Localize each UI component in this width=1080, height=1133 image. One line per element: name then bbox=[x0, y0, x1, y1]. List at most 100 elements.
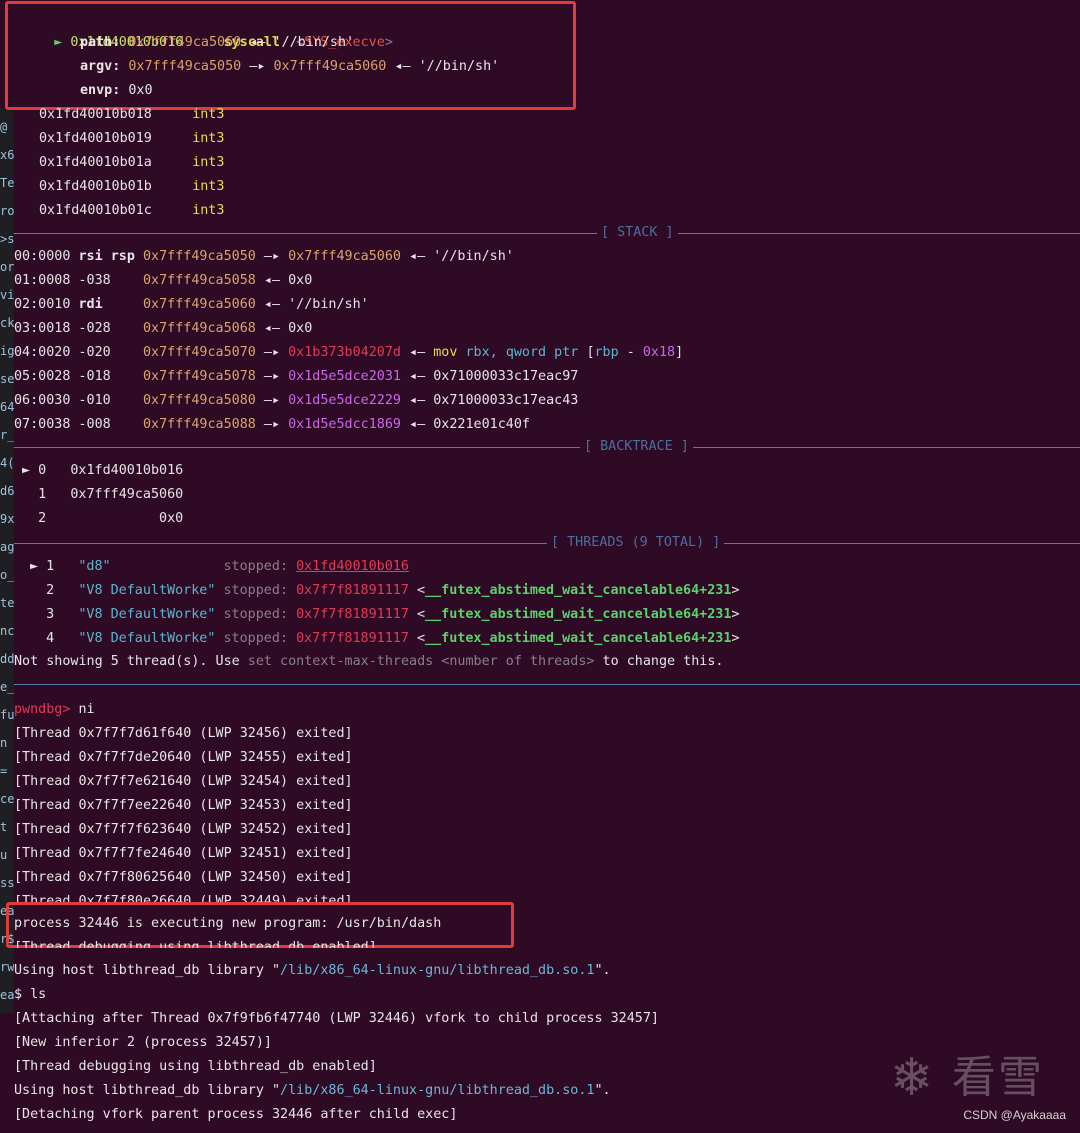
thread-number: 2 bbox=[46, 583, 55, 598]
frame-address: 0x0 bbox=[70, 511, 184, 526]
stack-row: 00:0000 rsi rsp 0x7fff49ca5050 —▸ 0x7fff… bbox=[14, 249, 514, 264]
disasm-address: 0x1fd40010b018 bbox=[39, 107, 152, 122]
backtrace-header: [ BACKTRACE ] bbox=[580, 435, 693, 459]
terminal[interactable]: ► 0x1fd40010b016 syscall <SYS_execve> pa… bbox=[0, 0, 1080, 1133]
thread-function: __futex_abstimed_wait_cancelable64+231 bbox=[425, 583, 732, 598]
stack-offset: -008 bbox=[78, 417, 135, 432]
stack-pointer-target: 0x1d5e5dce2031 bbox=[288, 369, 401, 384]
inferior-line: [New inferior 2 (process 32457)] bbox=[14, 1035, 272, 1050]
thread-address: 0x7f7f81891117 bbox=[296, 631, 409, 646]
command-text: ni bbox=[78, 702, 95, 717]
thread-debug-line: [Thread debugging using libthread_db ena… bbox=[14, 940, 377, 948]
thread-name: "V8 DefaultWorke" bbox=[78, 631, 216, 646]
stack-address: 0x7fff49ca5068 bbox=[143, 321, 256, 336]
thread-address: 0x7f7f81891117 bbox=[296, 607, 409, 622]
stack-offset: -018 bbox=[78, 369, 135, 384]
disasm-mnemonic: int3 bbox=[192, 131, 225, 146]
disasm-row: 0x1fd40010b019 int3 bbox=[39, 127, 224, 151]
stack-index: 07:0038 bbox=[14, 417, 71, 432]
thread-name: "V8 DefaultWorke" bbox=[78, 583, 216, 598]
backtrace-frame: 1 0x7fff49ca5060 bbox=[22, 483, 183, 507]
thread-exited-line: [Thread 0x7f7f80625640 (LWP 32450) exite… bbox=[14, 870, 353, 885]
thread-state: stopped: bbox=[223, 631, 289, 646]
stack-index: 01:0008 bbox=[14, 273, 71, 288]
stack-pointer-target: 0x7fff49ca5060 bbox=[288, 249, 401, 264]
stack-address: 0x7fff49ca5070 bbox=[143, 345, 256, 360]
disasm-address: 0x1fd40010b01b bbox=[39, 179, 152, 194]
frame-address: 0x7fff49ca5060 bbox=[70, 487, 184, 502]
thread-name: "V8 DefaultWorke" bbox=[78, 607, 216, 622]
thread-exited-line: [Thread 0x7f7f7e621640 (LWP 32454) exite… bbox=[14, 774, 353, 789]
stack-value: '//bin/sh' bbox=[433, 249, 514, 264]
libthread-line: Using host libthread_db library "/lib/x8… bbox=[14, 963, 611, 978]
stack-offset: -038 bbox=[78, 273, 135, 288]
frame-address: 0x1fd40010b016 bbox=[70, 463, 184, 478]
thread-name: "d8" bbox=[78, 559, 216, 574]
shell-input[interactable]: $ ls bbox=[14, 983, 46, 1007]
thread-exited-line: [Thread 0x7f7f7fe24640 (LWP 32451) exite… bbox=[14, 846, 353, 861]
thread-state: stopped: bbox=[223, 559, 289, 574]
libthread-line-2: Using host libthread_db library "/lib/x8… bbox=[14, 1083, 611, 1098]
thread-state: stopped: bbox=[223, 583, 289, 598]
backtrace-frame: 2 0x0 bbox=[22, 507, 183, 531]
pwndbg-prompt: pwndbg> bbox=[14, 702, 71, 717]
disasm-row: 0x1fd40010b01c int3 bbox=[39, 199, 224, 223]
detach-line: [Detaching vfork parent process 32446 af… bbox=[14, 1107, 458, 1122]
stack-row: 05:0028 -018 0x7fff49ca5078 —▸ 0x1d5e5dc… bbox=[14, 369, 579, 384]
stack-pointer-target: 0x1d5e5dce2229 bbox=[288, 393, 401, 408]
stack-address: 0x7fff49ca5050 bbox=[143, 249, 256, 264]
stack-address: 0x7fff49ca5080 bbox=[143, 393, 256, 408]
stack-index: 05:0028 bbox=[14, 369, 71, 384]
frame-number: 1 bbox=[38, 487, 47, 502]
thread-exited-line: [Thread 0x7f7f7ee22640 (LWP 32453) exite… bbox=[14, 798, 353, 813]
disasm-mnemonic: int3 bbox=[192, 155, 225, 170]
stack-value: 0x221e01c40f bbox=[433, 417, 530, 432]
frame-number: 0 bbox=[38, 463, 47, 478]
disasm-address: 0x1fd40010b01c bbox=[39, 203, 152, 218]
stack-row: 06:0030 -010 0x7fff49ca5080 —▸ 0x1d5e5dc… bbox=[14, 393, 579, 408]
csdn-credit: CSDN @Ayakaaaa bbox=[963, 1108, 1066, 1122]
stack-offset: -020 bbox=[78, 345, 135, 360]
stack-address: 0x7fff49ca5060 bbox=[143, 297, 256, 312]
thread-number: 1 bbox=[46, 559, 55, 574]
stack-offset: rdi bbox=[78, 297, 135, 312]
stack-index: 00:0000 bbox=[14, 249, 71, 264]
thread-row[interactable]: ► 1 "d8" stopped: 0x1fd40010b016 bbox=[30, 555, 409, 579]
thread-marker-icon: ► bbox=[30, 559, 39, 574]
thread-state: stopped: bbox=[223, 607, 289, 622]
stack-value: 0x0 bbox=[288, 321, 313, 336]
stack-row: 04:0020 -020 0x7fff49ca5070 —▸ 0x1b373b0… bbox=[14, 345, 684, 360]
stack-row: 03:0018 -028 0x7fff49ca5068 ◂— 0x0 bbox=[14, 321, 313, 336]
thread-exited-line: [Thread 0x7f7f7de20640 (LWP 32455) exite… bbox=[14, 750, 353, 765]
disasm-row: 0x1fd40010b01b int3 bbox=[39, 175, 224, 199]
attach-line: [Attaching after Thread 0x7f9fb6f47740 (… bbox=[14, 1011, 659, 1026]
stack-pointer-target: 0x1b373b04207d bbox=[288, 345, 401, 360]
stack-index: 03:0018 bbox=[14, 321, 71, 336]
stack-address: 0x7fff49ca5088 bbox=[143, 417, 256, 432]
watermark-text: 看雪 bbox=[952, 1052, 1044, 1103]
stack-index: 04:0020 bbox=[14, 345, 71, 360]
disasm-mnemonic: int3 bbox=[192, 179, 225, 194]
thread-row[interactable]: 4 "V8 DefaultWorke" stopped: 0x7f7f81891… bbox=[30, 627, 739, 651]
command-line[interactable]: pwndbg> ni bbox=[14, 698, 95, 722]
stack-offset: -028 bbox=[78, 321, 135, 336]
stack-row: 07:0038 -008 0x7fff49ca5088 —▸ 0x1d5e5dc… bbox=[14, 417, 530, 432]
stack-value: 0x71000033c17eac97 bbox=[433, 369, 579, 384]
stack-separator bbox=[14, 233, 1080, 234]
disasm-mnemonic: int3 bbox=[192, 107, 225, 122]
thread-number: 3 bbox=[46, 607, 55, 622]
disasm-address: 0x1fd40010b019 bbox=[39, 131, 152, 146]
stack-offset: rsi rsp bbox=[78, 249, 135, 264]
backtrace-frame: ► 0 0x1fd40010b016 bbox=[22, 459, 183, 483]
stack-value: '//bin/sh' bbox=[288, 297, 369, 312]
stack-value: 0x0 bbox=[288, 273, 313, 288]
backtrace-separator bbox=[14, 447, 1080, 448]
stack-row: 01:0008 -038 0x7fff49ca5058 ◂— 0x0 bbox=[14, 273, 313, 288]
thread-debug-line-2: [Thread debugging using libthread_db ena… bbox=[14, 1059, 377, 1074]
thread-row[interactable]: 2 "V8 DefaultWorke" stopped: 0x7f7f81891… bbox=[30, 579, 739, 603]
thread-row[interactable]: 3 "V8 DefaultWorke" stopped: 0x7f7f81891… bbox=[30, 603, 739, 627]
stack-address: 0x7fff49ca5078 bbox=[143, 369, 256, 384]
highlight-box-syscall bbox=[5, 1, 576, 110]
threads-note: Not showing 5 thread(s). Use set context… bbox=[14, 654, 724, 669]
stack-offset: -010 bbox=[78, 393, 135, 408]
